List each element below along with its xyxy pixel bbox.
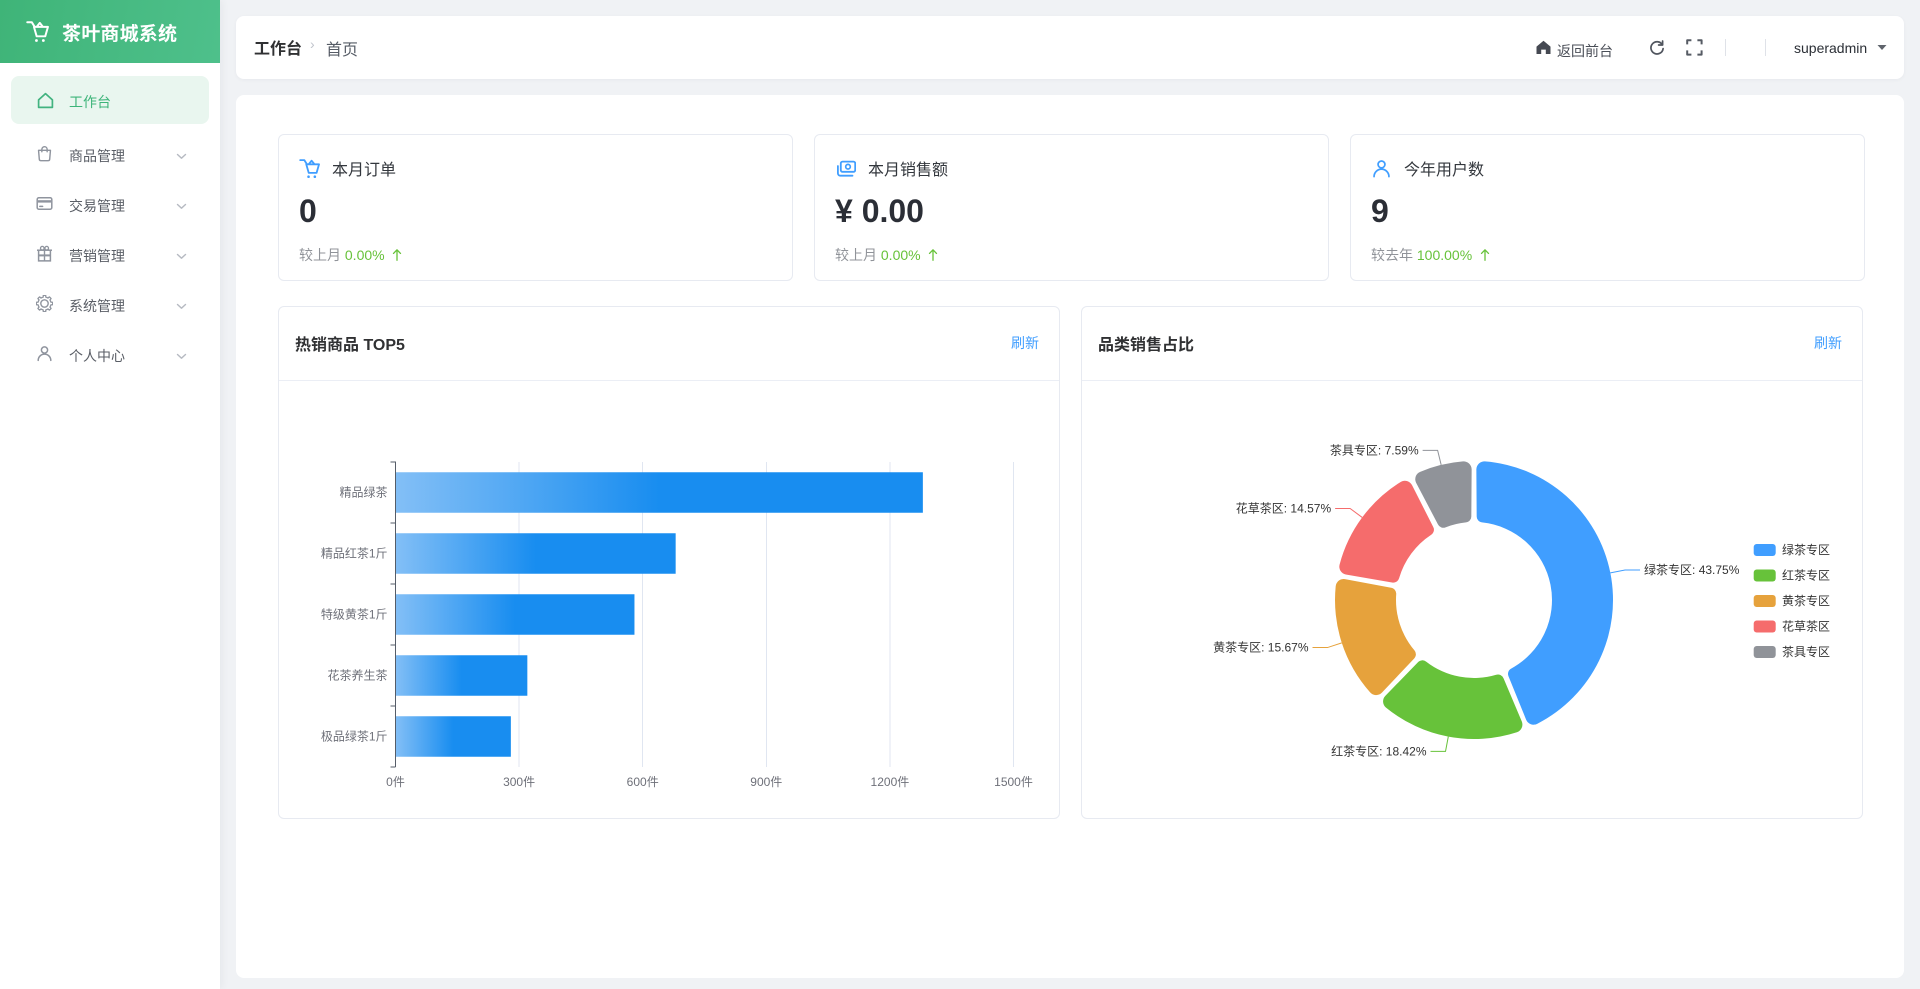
svg-text:1200件: 1200件: [871, 775, 910, 789]
svg-text:1500件: 1500件: [994, 775, 1033, 789]
svg-text:精品绿茶: 精品绿茶: [339, 485, 387, 500]
svg-text:绿茶专区: 43.75%: 绿茶专区: 43.75%: [1644, 562, 1740, 577]
svg-text:茶具专区: 7.59%: 茶具专区: 7.59%: [1330, 442, 1419, 457]
svg-text:300件: 300件: [503, 775, 535, 789]
svg-text:900件: 900件: [750, 775, 782, 789]
svg-text:花草茶区: 花草茶区: [1782, 619, 1830, 634]
svg-text:绿茶专区: 绿茶专区: [1782, 542, 1830, 557]
svg-text:特级黄茶1斤: 特级黄茶1斤: [321, 607, 388, 622]
svg-text:花茶养生茶: 花茶养生茶: [327, 668, 387, 683]
svg-text:极品绿茶1斤: 极品绿茶1斤: [321, 729, 388, 744]
svg-text:600件: 600件: [627, 775, 659, 789]
svg-text:精品红茶1斤: 精品红茶1斤: [321, 546, 388, 561]
svg-text:红茶专区: 18.42%: 红茶专区: 18.42%: [1331, 743, 1427, 758]
svg-text:红茶专区: 红茶专区: [1782, 568, 1830, 583]
svg-text:花草茶区: 14.57%: 花草茶区: 14.57%: [1236, 501, 1332, 516]
svg-text:黄茶专区: 15.67%: 黄茶专区: 15.67%: [1213, 640, 1309, 655]
svg-text:黄茶专区: 黄茶专区: [1782, 593, 1830, 608]
svg-text:0件: 0件: [386, 775, 405, 789]
svg-text:茶具专区: 茶具专区: [1782, 644, 1830, 659]
